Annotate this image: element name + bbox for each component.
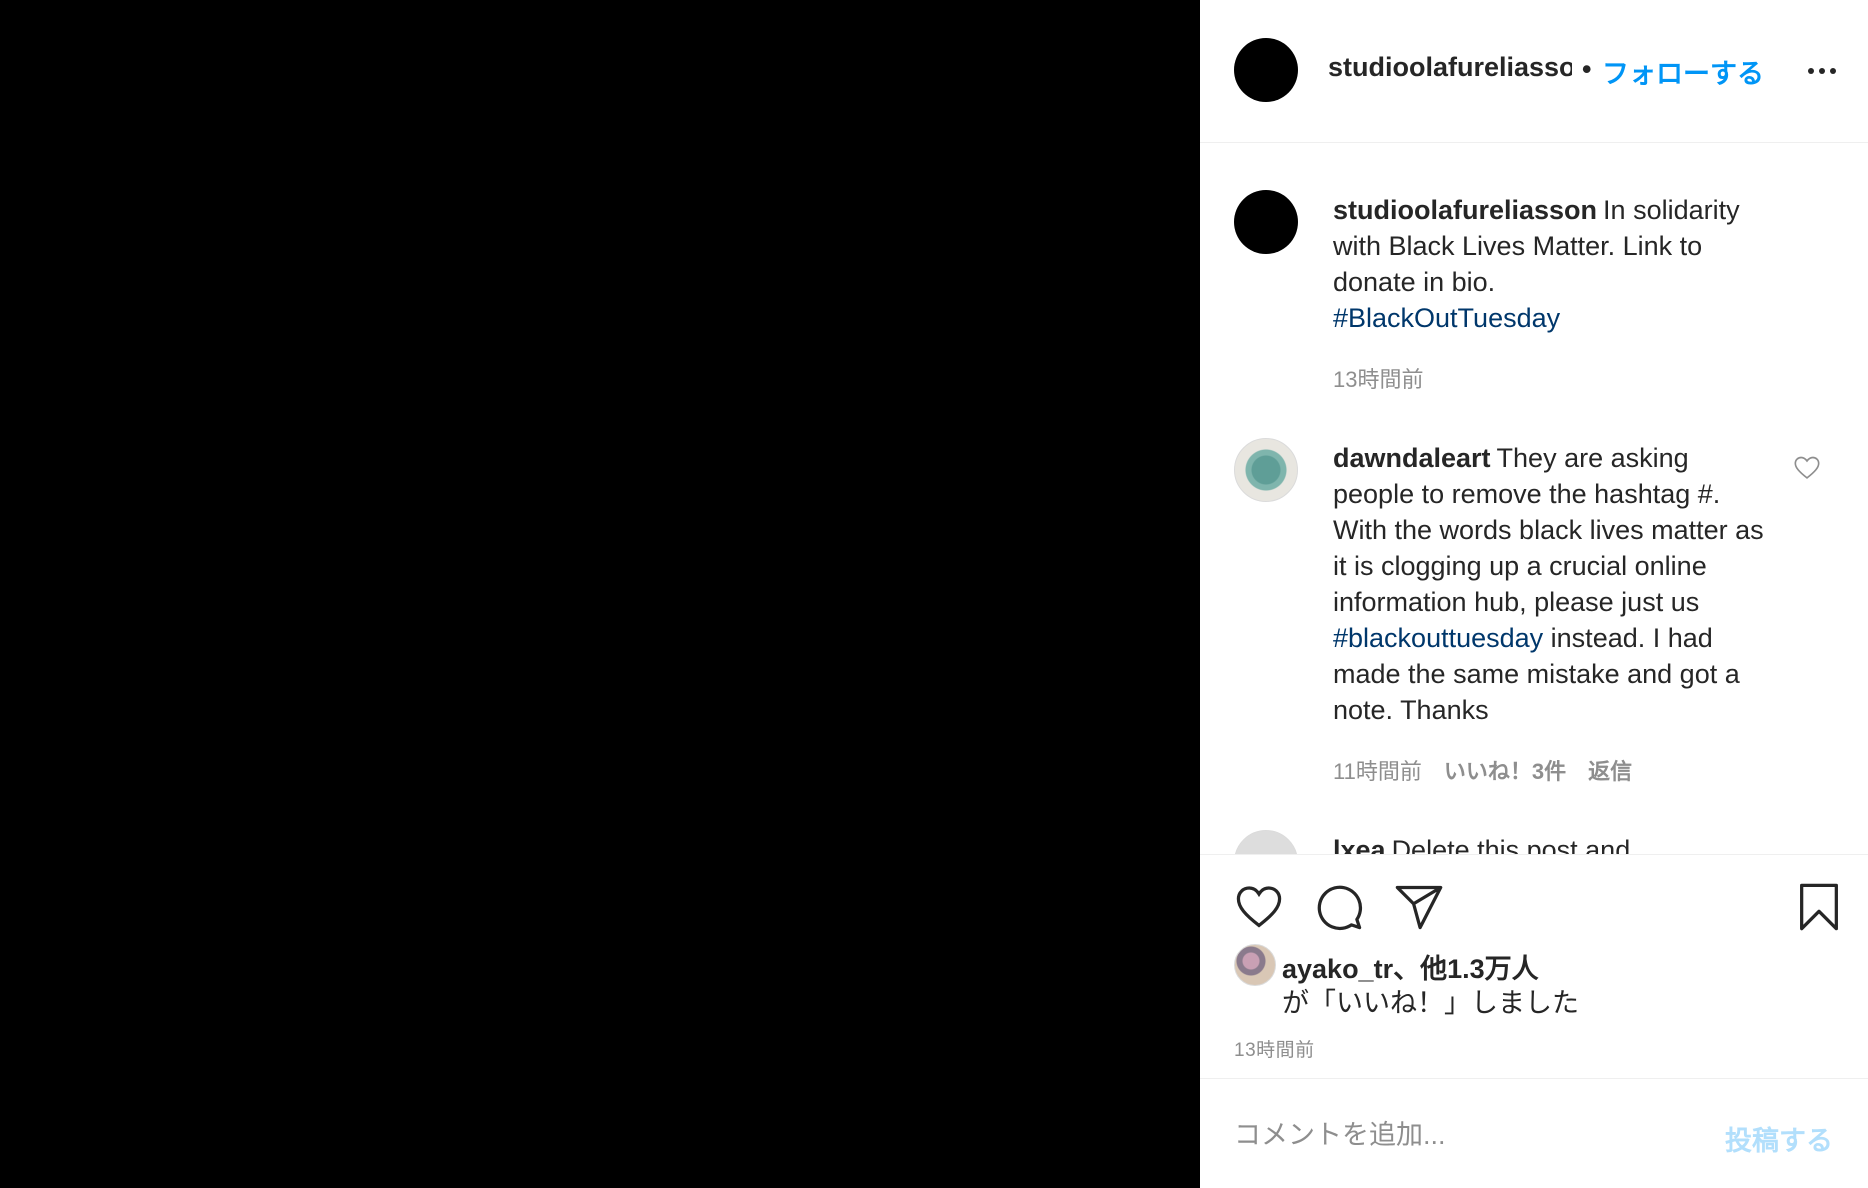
post-media[interactable] (0, 0, 1200, 1188)
post-timestamp[interactable]: 13時間前 (1234, 1035, 1315, 1062)
caption-text: studioolafureliasson In solidarity with B… (1333, 192, 1773, 336)
caption-time: 13時間前 (1333, 362, 1445, 394)
comment-meta: 11時間前 いいね！3件 返信 (1333, 754, 1654, 786)
post-header: studioolafureliasson • フォローする (1200, 0, 1868, 143)
comment-text: lxea Delete this post and (1333, 832, 1773, 854)
bookmark-icon[interactable] (1792, 881, 1846, 933)
comment-body: Delete this post and (1391, 835, 1631, 854)
add-comment-bar: 投稿する (1200, 1078, 1868, 1188)
comments-list[interactable]: studioolafureliasson In solidarity with B… (1200, 144, 1868, 854)
comment-icon[interactable] (1312, 881, 1366, 933)
commenter-username[interactable]: dawndaleart (1333, 443, 1491, 473)
comment-input[interactable] (1234, 1113, 1694, 1157)
post-actions: ayako_tr、他1.3万人 が「いいね！」しました 13時間前 (1200, 854, 1868, 1078)
comment-likes-count[interactable]: いいね！3件 (1444, 759, 1566, 784)
comment-text: dawndaleart They are asking people to rem… (1333, 440, 1773, 728)
reply-button[interactable]: 返信 (1588, 759, 1632, 784)
author-username[interactable]: studioolafureliasson (1328, 52, 1572, 83)
comment-like-icon[interactable] (1792, 454, 1822, 482)
header-separator: • (1582, 54, 1592, 84)
comment-hashtag[interactable]: #blackouttuesday (1333, 623, 1543, 653)
more-horizontal-icon[interactable] (1804, 56, 1840, 86)
commenter-avatar[interactable] (1234, 438, 1298, 502)
comment-timestamp[interactable]: 11時間前 (1333, 759, 1422, 784)
caption-username[interactable]: studioolafureliasson (1333, 195, 1597, 225)
caption-avatar[interactable] (1234, 190, 1298, 254)
likes-suffix: が「いいね！」しました (1282, 988, 1579, 1018)
liker-avatar[interactable] (1234, 944, 1276, 986)
post-side-panel: studioolafureliasson • フォローする studioolaf… (1200, 0, 1868, 1188)
post-comment-button[interactable]: 投稿する (1725, 1119, 1833, 1158)
follow-button[interactable]: フォローする (1602, 52, 1764, 91)
commenter-username[interactable]: lxea (1333, 835, 1386, 854)
caption-timestamp[interactable]: 13時間前 (1333, 367, 1423, 392)
caption-hashtag[interactable]: #BlackOutTuesday (1333, 303, 1560, 333)
heart-icon[interactable] (1232, 881, 1286, 933)
author-avatar[interactable] (1234, 38, 1298, 102)
commenter-avatar[interactable] (1234, 830, 1298, 854)
paper-plane-icon[interactable] (1392, 881, 1446, 933)
